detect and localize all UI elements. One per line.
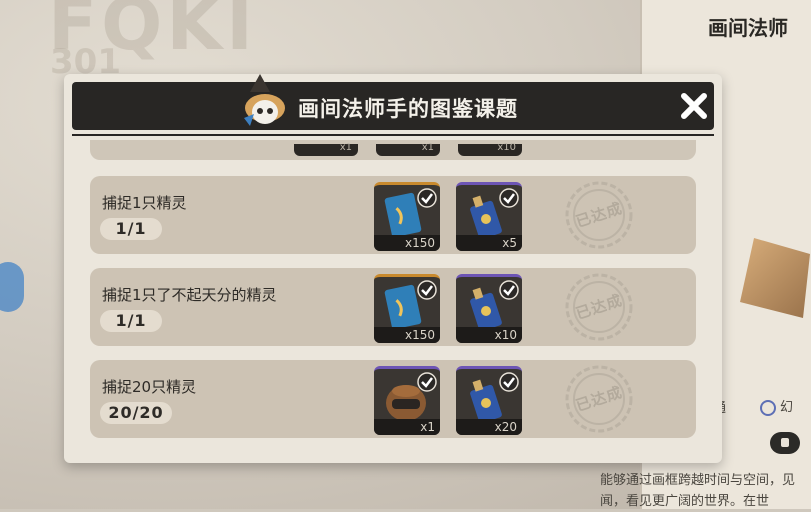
reward-count: x150: [374, 235, 440, 251]
quest-modal: 画间法师手的图鉴课题 x1 x1 x10 捕捉1只精灵 1/1 x150 x5 …: [64, 74, 722, 463]
lock-icon: [770, 432, 800, 454]
painter-mage-emblem-icon: [244, 74, 285, 126]
task-label: 捕捉20只精灵: [102, 378, 197, 396]
task-row-partial: x1 x1 x10: [90, 140, 696, 160]
task-progress: 1/1: [100, 218, 162, 240]
reward-item[interactable]: x20: [456, 366, 522, 435]
check-icon: [417, 372, 437, 392]
reward-count: x5: [456, 235, 522, 251]
check-icon: [499, 280, 519, 300]
reward-item[interactable]: x150: [374, 274, 440, 343]
check-icon: [499, 188, 519, 208]
modal-title: 画间法师手的图鉴课题: [298, 97, 518, 121]
reward-item[interactable]: x150: [374, 182, 440, 251]
reward-count: x1: [374, 419, 440, 435]
reward-count: x20: [456, 419, 522, 435]
header-divider: [72, 134, 714, 136]
task-label: 捕捉1只了不起天分的精灵: [102, 286, 277, 304]
reward-item[interactable]: x10: [456, 274, 522, 343]
check-icon: [417, 280, 437, 300]
completed-stamp: 已达成: [564, 364, 634, 434]
check-icon: [499, 372, 519, 392]
side-panel-description: 能够通过画框跨越时间与空间，见闻，看见更广阔的世界。在世: [600, 473, 796, 509]
task-row: 捕捉20只精灵 20/20 x1 x20 已达成: [90, 360, 696, 438]
task-row: 捕捉1只了不起天分的精灵 1/1 x150 x10 已达成: [90, 268, 696, 346]
task-row: 捕捉1只精灵 1/1 x150 x5 已达成: [90, 176, 696, 254]
completed-stamp: 已达成: [564, 272, 634, 342]
reward-partial-2: x1: [376, 142, 440, 156]
task-progress: 20/20: [100, 402, 172, 424]
task-progress: 1/1: [100, 310, 162, 332]
reward-item[interactable]: x1: [374, 366, 440, 435]
swirl-icon: [760, 399, 776, 416]
completed-stamp: 已达成: [564, 180, 634, 250]
modal-header: 画间法师手的图鉴课题: [72, 74, 714, 130]
reward-count: x10: [456, 327, 522, 343]
task-label: 捕捉1只精灵: [102, 194, 187, 212]
side-panel-title: 画间法师: [708, 16, 788, 40]
task-list[interactable]: x1 x1 x10 捕捉1只精灵 1/1 x150 x5 已达成 捕捉1只了不起…: [90, 140, 696, 450]
close-icon[interactable]: [678, 90, 710, 122]
reward-partial-3: x10: [458, 142, 522, 156]
check-icon: [417, 188, 437, 208]
background-creature-left: [0, 262, 24, 312]
reward-count: x150: [374, 327, 440, 343]
reward-partial-1: x1: [294, 142, 358, 156]
reward-item[interactable]: x5: [456, 182, 522, 251]
type-chip-illusion: 幻: [760, 396, 793, 416]
